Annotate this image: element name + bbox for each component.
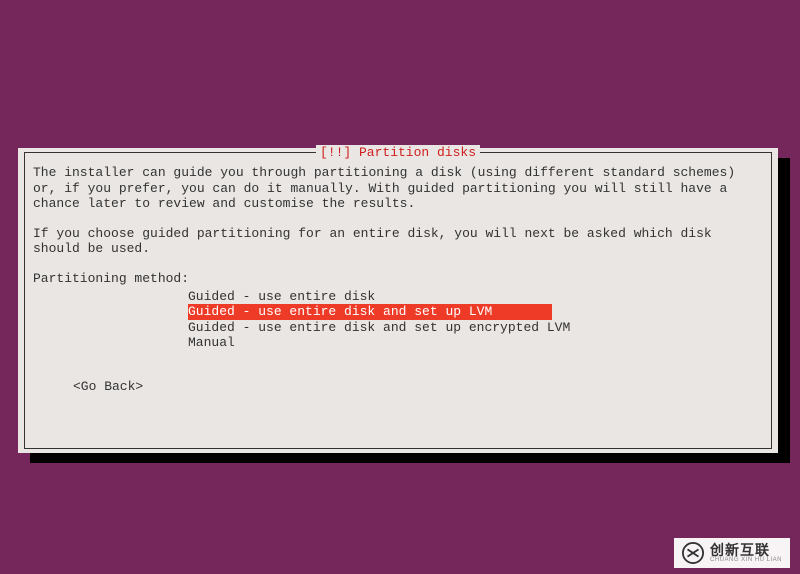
watermark-main: 创新互联 xyxy=(710,543,782,557)
dialog-content: The installer can guide you through part… xyxy=(25,153,771,403)
watermark: 创新互联 CHUANG XIN HU LIAN xyxy=(674,538,790,568)
watermark-logo-icon xyxy=(682,542,704,564)
dialog-title: [!!] Partition disks xyxy=(316,145,480,161)
intro-paragraph-2: If you choose guided partitioning for an… xyxy=(33,226,763,257)
dialog-border: [!!] Partition disks The installer can g… xyxy=(24,152,772,449)
watermark-text: 创新互联 CHUANG XIN HU LIAN xyxy=(710,543,782,563)
go-back-button[interactable]: <Go Back> xyxy=(73,379,763,395)
option-manual[interactable]: Manual xyxy=(188,335,235,350)
option-guided-encrypted-lvm[interactable]: Guided - use entire disk and set up encr… xyxy=(188,320,570,335)
option-guided-lvm[interactable]: Guided - use entire disk and set up LVM xyxy=(188,304,552,320)
option-guided-entire-disk[interactable]: Guided - use entire disk xyxy=(188,289,375,304)
partitioning-prompt: Partitioning method: xyxy=(33,271,763,287)
intro-paragraph-1: The installer can guide you through part… xyxy=(33,165,763,212)
watermark-sub: CHUANG XIN HU LIAN xyxy=(710,557,782,563)
partitioning-options: Guided - use entire disk Guided - use en… xyxy=(188,289,763,351)
partition-disks-dialog: [!!] Partition disks The installer can g… xyxy=(18,148,778,453)
